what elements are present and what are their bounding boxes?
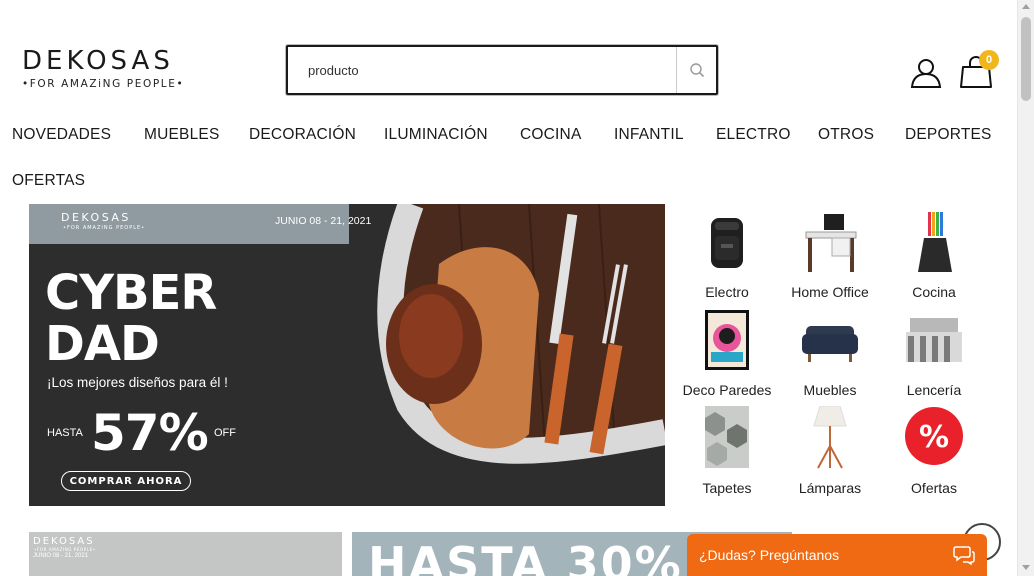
air-fryer-icon (711, 218, 743, 268)
promo-banner-left[interactable]: DEKOSAS •FOR AMAZING PEOPLE• JUNIO 08 - … (29, 532, 342, 576)
hero-discount: 57% (91, 404, 209, 462)
chat-bubble-icon (953, 546, 975, 565)
hero-brand-tagline: •FOR AMAZING PEOPLE• (63, 225, 146, 231)
chat-label: ¿Dudas? Pregúntanos (699, 547, 840, 563)
category-label: Cocina (912, 284, 956, 300)
nav-decoracion[interactable]: DECORACIÓN (249, 126, 356, 144)
search-input[interactable] (288, 47, 676, 93)
scrollbar-thumb[interactable] (1021, 17, 1031, 101)
category-cocina[interactable]: Cocina (884, 210, 984, 300)
logo-wordmark: DEKOSAS (22, 46, 174, 76)
hero-off: OFF (214, 427, 236, 439)
nav-electro[interactable]: ELECTRO (716, 126, 791, 144)
category-lenceria[interactable]: Lencería (884, 308, 984, 398)
sofa-icon (802, 326, 858, 362)
scroll-up-arrow-icon[interactable] (1022, 4, 1030, 9)
banner-brand: DEKOSAS (33, 536, 95, 547)
category-label: Ofertas (911, 480, 957, 496)
hero-banner[interactable]: DEKOSAS •FOR AMAZING PEOPLE• JUNIO 08 - … (29, 204, 665, 506)
category-label: Home Office (791, 284, 869, 300)
hero-tagline: ¡Los mejores diseños para él ! (47, 375, 228, 390)
nav-iluminacion[interactable]: ILUMINACIÓN (384, 126, 488, 144)
nav-cocina[interactable]: COCINA (520, 126, 581, 144)
hero-hasta: HASTA (47, 427, 83, 439)
category-label: Tapetes (702, 480, 752, 496)
category-deco-paredes[interactable]: Deco Paredes (677, 308, 777, 398)
search-button[interactable] (676, 47, 716, 93)
banner-brand-tagline: •FOR AMAZING PEOPLE• (34, 547, 96, 552)
nav-novedades[interactable]: NOVEDADES (12, 126, 111, 144)
cart-count-badge: 0 (979, 50, 999, 70)
nav-infantil[interactable]: INFANTIL (614, 126, 684, 144)
page-scrollbar[interactable] (1017, 0, 1034, 576)
category-home-office[interactable]: Home Office (780, 210, 880, 300)
search-bar (286, 45, 718, 95)
knife-set-icon (918, 212, 952, 272)
lamp-icon (813, 405, 847, 469)
rug-icon (705, 406, 749, 468)
hero-title-line1: CYBER (45, 265, 217, 321)
search-icon (689, 63, 704, 78)
nav-ofertas[interactable]: OFERTAS (12, 172, 85, 190)
category-lamparas[interactable]: Lámparas (780, 405, 880, 496)
hero-cta-button[interactable]: COMPRAR AHORA (61, 471, 191, 491)
category-label: Lencería (906, 382, 962, 398)
category-muebles[interactable]: Muebles (780, 308, 880, 398)
svg-text:%: % (919, 420, 949, 455)
category-label: Deco Paredes (682, 382, 772, 398)
wall-art-icon (705, 310, 749, 370)
category-electro[interactable]: Electro (677, 210, 777, 300)
logo-tagline: •FOR AMAZiNG PEOPLE• (22, 78, 185, 90)
nav-deportes[interactable]: DEPORTES (905, 126, 992, 144)
scroll-down-arrow-icon[interactable] (1022, 565, 1030, 570)
desk-icon (805, 214, 857, 272)
page: DEKOSAS •FOR AMAZiNG PEOPLE• 0 NOVEDADES… (0, 0, 1034, 576)
percent-badge-icon: % (905, 407, 963, 465)
category-label: Electro (705, 284, 749, 300)
hero-date: JUNIO 08 - 21, 2021 (275, 215, 372, 227)
nav-otros[interactable]: OTROS (818, 126, 874, 144)
hero-food-image (349, 204, 665, 506)
hero-title-line2: DAD (45, 316, 160, 372)
user-account-icon[interactable] (910, 56, 942, 88)
category-ofertas[interactable]: % Ofertas (884, 406, 984, 496)
category-label: Lámparas (798, 480, 862, 496)
chat-widget[interactable]: ¿Dudas? Pregúntanos (687, 534, 987, 576)
category-tapetes[interactable]: Tapetes (677, 406, 777, 496)
category-label: Muebles (803, 382, 857, 398)
banner-date: JUNIO 08 - 21, 2021 (33, 553, 89, 559)
site-logo[interactable]: DEKOSAS •FOR AMAZiNG PEOPLE• (22, 47, 202, 90)
nav-muebles[interactable]: MUEBLES (144, 126, 219, 144)
bed-icon (906, 318, 962, 362)
hero-brand: DEKOSAS (61, 211, 131, 224)
